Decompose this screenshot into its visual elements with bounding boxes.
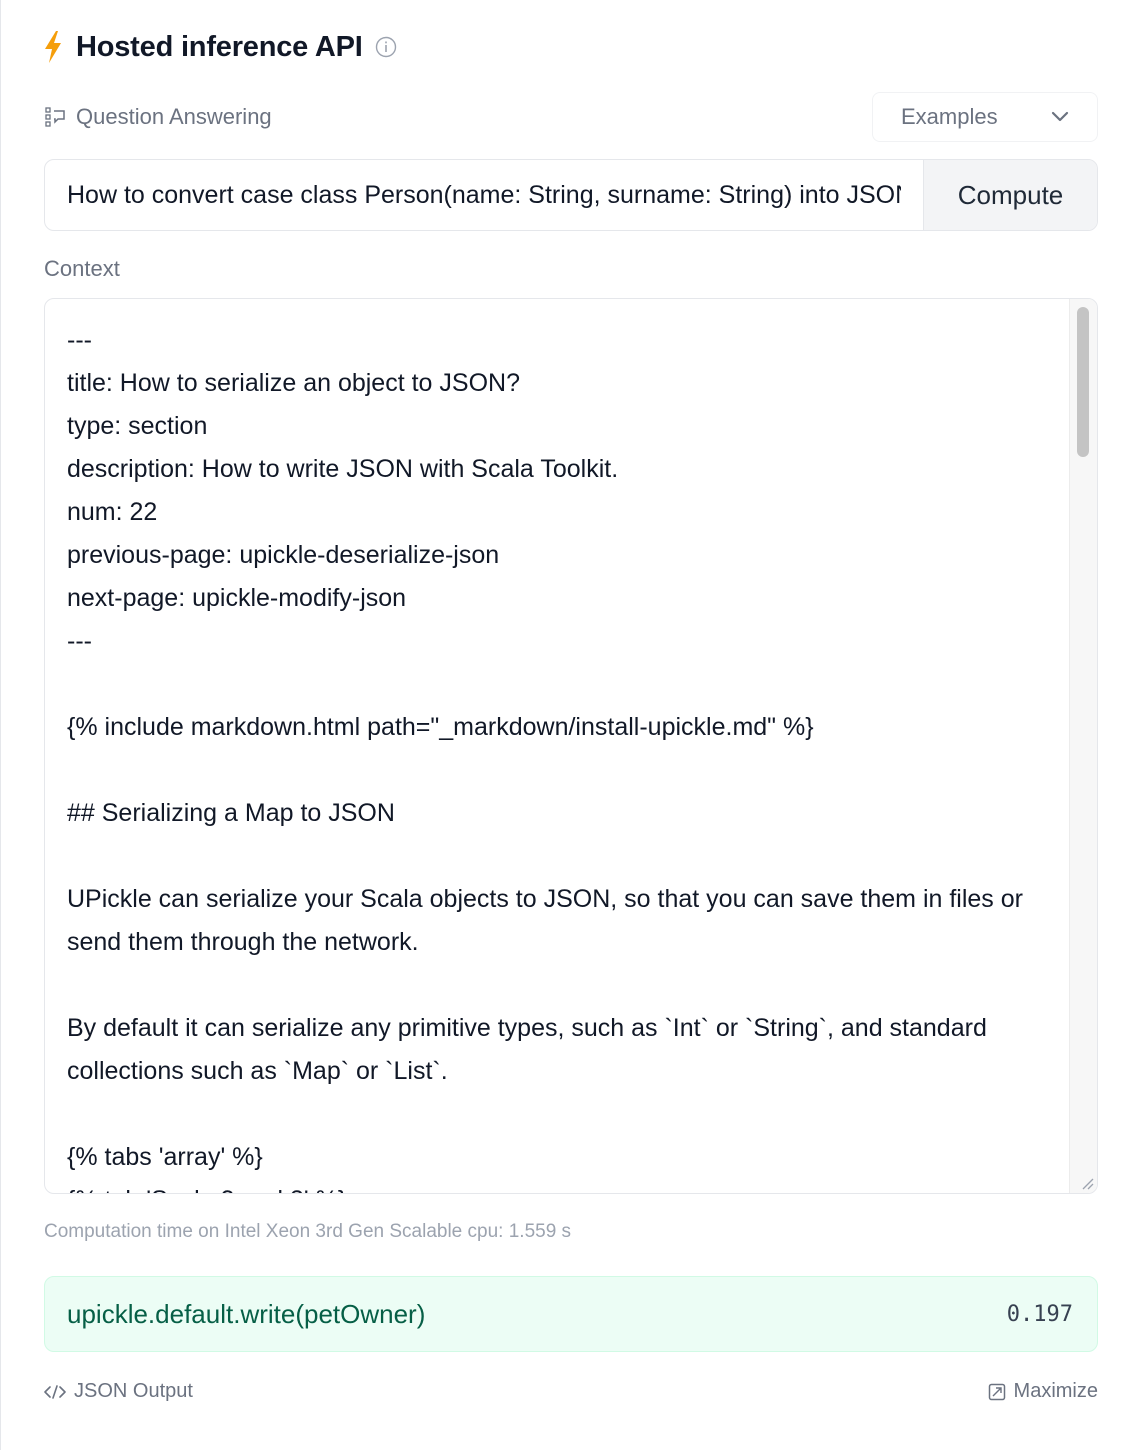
- json-output-label: JSON Output: [74, 1380, 193, 1402]
- json-output-button[interactable]: JSON Output: [44, 1380, 193, 1403]
- left-border: [0, 0, 1, 1450]
- examples-dropdown[interactable]: Examples: [872, 92, 1098, 142]
- context-text[interactable]: --- title: How to serialize an object to…: [67, 319, 1057, 1193]
- examples-label: Examples: [901, 104, 998, 129]
- context-label: Context: [44, 256, 120, 281]
- compute-button[interactable]: Compute: [923, 160, 1097, 230]
- widget-title: Hosted inference API: [76, 30, 363, 63]
- answer-score: 0.197: [1006, 1301, 1073, 1327]
- info-icon[interactable]: [375, 36, 397, 58]
- maximize-icon: [988, 1383, 1005, 1400]
- task-label: Question Answering: [76, 104, 272, 129]
- code-icon: [44, 1384, 66, 1399]
- question-input[interactable]: [45, 160, 923, 230]
- answer-result: upickle.default.write(petOwner) 0.197: [44, 1276, 1098, 1352]
- resize-handle-icon[interactable]: [1079, 1175, 1095, 1191]
- question-answering-icon: [45, 107, 65, 127]
- question-row: Compute: [44, 159, 1098, 231]
- widget-footer: JSON Output Maximize: [44, 1380, 1098, 1410]
- task-type: Question Answering: [44, 104, 272, 130]
- chevron-down-icon: [1051, 111, 1069, 122]
- task-row: Question Answering Examples: [44, 92, 1098, 144]
- computation-time: Computation time on Intel Xeon 3rd Gen S…: [44, 1221, 572, 1242]
- lightning-bolt-icon: [45, 31, 61, 63]
- widget-header: Hosted inference API: [42, 30, 397, 64]
- scrollbar-thumb[interactable]: [1077, 307, 1089, 457]
- maximize-button[interactable]: Maximize: [988, 1380, 1098, 1403]
- context-scrollbar[interactable]: [1069, 299, 1097, 1193]
- context-textarea[interactable]: --- title: How to serialize an object to…: [44, 298, 1098, 1194]
- maximize-label: Maximize: [1013, 1380, 1098, 1402]
- answer-text: upickle.default.write(petOwner): [67, 1298, 426, 1329]
